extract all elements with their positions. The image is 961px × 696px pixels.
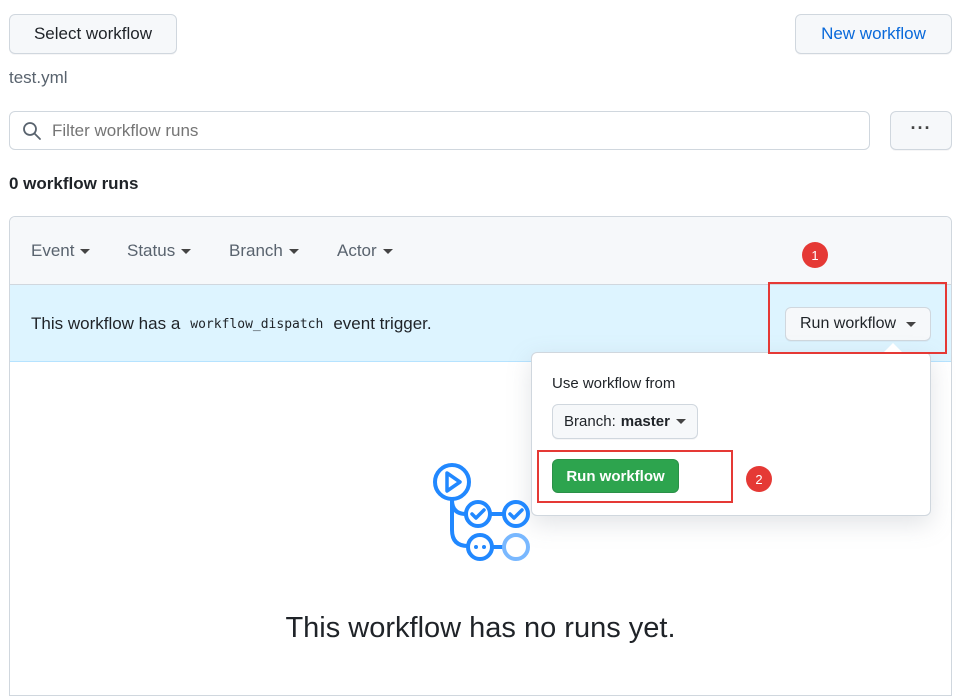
trigger-code: workflow_dispatch <box>190 316 324 332</box>
annotation-box-2 <box>537 450 733 503</box>
select-workflow-button[interactable]: Select workflow <box>9 14 177 54</box>
trigger-text-before: This workflow has a <box>31 314 181 333</box>
workflow-graph-icon <box>424 456 540 568</box>
chevron-down-icon <box>80 248 91 254</box>
branch-value: master <box>620 413 670 430</box>
annotation-badge-2: 2 <box>746 466 772 492</box>
kebab-icon: ··· <box>910 117 932 138</box>
empty-state-title: This workflow has no runs yet. <box>285 612 676 644</box>
chevron-down-icon <box>181 248 192 254</box>
filter-actor-label: Actor <box>337 241 377 260</box>
trigger-message: This workflow has a workflow_dispatch ev… <box>31 314 432 334</box>
filter-branch[interactable]: Branch <box>229 241 299 261</box>
filter-status-label: Status <box>127 241 176 260</box>
chevron-down-icon <box>675 419 686 424</box>
filter-status[interactable]: Status <box>127 241 192 261</box>
filter-branch-label: Branch <box>229 241 283 260</box>
annotation-badge-1: 1 <box>802 242 828 268</box>
search-icon <box>22 121 42 141</box>
new-workflow-button[interactable]: New workflow <box>795 14 952 54</box>
filter-event[interactable]: Event <box>31 241 91 261</box>
trigger-text-after: event trigger. <box>333 314 432 333</box>
search-input[interactable] <box>52 120 832 141</box>
filter-event-label: Event <box>31 241 75 260</box>
new-workflow-label: New workflow <box>821 24 926 43</box>
branch-prefix: Branch: <box>564 413 616 430</box>
more-options-button[interactable]: ··· <box>890 111 952 150</box>
select-workflow-label: Select workflow <box>33 24 153 43</box>
search-box[interactable] <box>9 111 870 150</box>
workflow-file-name: test.yml <box>9 68 68 87</box>
annotation-box-1 <box>768 282 947 354</box>
runs-count: 0 workflow runs <box>9 174 139 193</box>
filter-actor[interactable]: Actor <box>337 241 393 261</box>
chevron-down-icon <box>382 248 393 254</box>
chevron-down-icon <box>288 248 299 254</box>
use-workflow-from-label: Use workflow from <box>552 375 676 392</box>
branch-select-button[interactable]: Branch: master <box>552 404 698 439</box>
